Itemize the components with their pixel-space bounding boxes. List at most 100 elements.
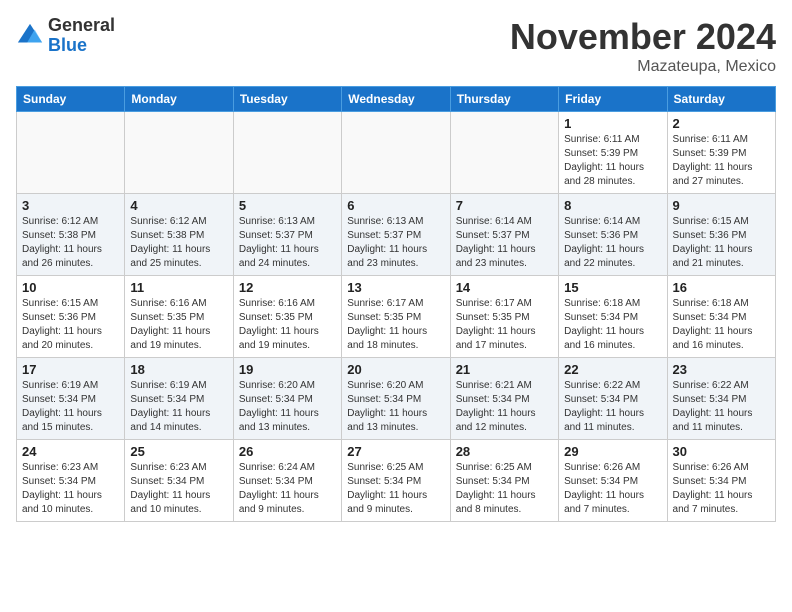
calendar-day-11: 11 Sunrise: 6:16 AMSunset: 5:35 PMDayligh… [125, 276, 233, 358]
logo-icon [16, 22, 44, 50]
day-number: 11 [130, 280, 227, 295]
day-number: 29 [564, 444, 661, 459]
day-number: 17 [22, 362, 119, 377]
calendar-week-3: 10Sunrise: 6:15 AMSunset: 5:36 PMDayligh… [17, 276, 776, 358]
day-info: Sunrise: 6:14 AMSunset: 5:36 PMDaylight:… [564, 215, 661, 271]
day-info: Sunrise: 6:23 AMSunset: 5:34 PMDaylight:… [22, 461, 119, 517]
day-number: 20 [347, 362, 444, 377]
day-info: Sunrise: 6:17 AMSunset: 5:35 PMDaylight:… [347, 297, 444, 353]
calendar-day-29: 29 Sunrise: 6:26 AMSunset: 5:34 PMDayligh… [559, 440, 667, 522]
day-info: Sunrise: 6:12 AMSunset: 5:38 PMDaylight:… [130, 215, 227, 271]
calendar-day-15: 15 Sunrise: 6:18 AMSunset: 5:34 PMDayligh… [559, 276, 667, 358]
calendar-day-19: 19Sunrise: 6:20 AMSunset: 5:34 PMDayligh… [233, 358, 341, 440]
day-number: 9 [673, 198, 770, 213]
calendar-week-5: 24 Sunrise: 6:23 AMSunset: 5:34 PMDayligh… [17, 440, 776, 522]
day-info: Sunrise: 6:25 AMSunset: 5:34 PMDaylight:… [456, 461, 553, 517]
calendar-day-20: 20Sunrise: 6:20 AMSunset: 5:34 PMDayligh… [342, 358, 450, 440]
day-number: 12 [239, 280, 336, 295]
empty-cell [125, 112, 233, 194]
day-number: 1 [564, 116, 661, 131]
day-info: Sunrise: 6:15 AMSunset: 5:36 PMDaylight:… [673, 215, 770, 271]
day-info: Sunrise: 6:13 AMSunset: 5:37 PMDaylight:… [239, 215, 336, 271]
calendar-day-4: 4 Sunrise: 6:12 AMSunset: 5:38 PMDaylight… [125, 194, 233, 276]
logo-blue: Blue [48, 36, 115, 56]
day-number: 16 [673, 280, 770, 295]
calendar-day-7: 7Sunrise: 6:14 AMSunset: 5:37 PMDaylight… [450, 194, 558, 276]
day-info: Sunrise: 6:21 AMSunset: 5:34 PMDaylight:… [456, 379, 553, 435]
day-number: 27 [347, 444, 444, 459]
day-info: Sunrise: 6:26 AMSunset: 5:34 PMDaylight:… [673, 461, 770, 517]
day-info: Sunrise: 6:14 AMSunset: 5:37 PMDaylight:… [456, 215, 553, 271]
calendar-table: SundayMondayTuesdayWednesdayThursdayFrid… [16, 86, 776, 522]
logo-general: General [48, 16, 115, 36]
weekday-header-sunday: Sunday [17, 87, 125, 112]
month-title: November 2024 [510, 16, 776, 58]
day-number: 26 [239, 444, 336, 459]
calendar-header: SundayMondayTuesdayWednesdayThursdayFrid… [17, 87, 776, 112]
day-info: Sunrise: 6:25 AMSunset: 5:34 PMDaylight:… [347, 461, 444, 517]
calendar-day-22: 22 Sunrise: 6:22 AMSunset: 5:34 PMDayligh… [559, 358, 667, 440]
weekday-header-friday: Friday [559, 87, 667, 112]
calendar-week-2: 3Sunrise: 6:12 AMSunset: 5:38 PMDaylight… [17, 194, 776, 276]
day-number: 21 [456, 362, 553, 377]
day-info: Sunrise: 6:16 AMSunset: 5:35 PMDaylight:… [130, 297, 227, 353]
day-info: Sunrise: 6:19 AMSunset: 5:34 PMDaylight:… [130, 379, 227, 435]
calendar-day-13: 13 Sunrise: 6:17 AMSunset: 5:35 PMDayligh… [342, 276, 450, 358]
day-info: Sunrise: 6:13 AMSunset: 5:37 PMDaylight:… [347, 215, 444, 271]
empty-cell [233, 112, 341, 194]
calendar-day-23: 23 Sunrise: 6:22 AMSunset: 5:34 PMDayligh… [667, 358, 775, 440]
calendar-day-30: 30Sunrise: 6:26 AMSunset: 5:34 PMDayligh… [667, 440, 775, 522]
day-info: Sunrise: 6:24 AMSunset: 5:34 PMDaylight:… [239, 461, 336, 517]
day-info: Sunrise: 6:12 AMSunset: 5:38 PMDaylight:… [22, 215, 119, 271]
calendar-day-1: 1 Sunrise: 6:11 AMSunset: 5:39 PMDaylight… [559, 112, 667, 194]
day-info: Sunrise: 6:11 AMSunset: 5:39 PMDaylight:… [564, 133, 661, 189]
header: General Blue November 2024 Mazateupa, Me… [16, 16, 776, 76]
calendar-day-28: 28 Sunrise: 6:25 AMSunset: 5:34 PMDayligh… [450, 440, 558, 522]
day-number: 22 [564, 362, 661, 377]
day-number: 6 [347, 198, 444, 213]
day-number: 13 [347, 280, 444, 295]
calendar-day-10: 10Sunrise: 6:15 AMSunset: 5:36 PMDayligh… [17, 276, 125, 358]
day-number: 18 [130, 362, 227, 377]
weekday-header-tuesday: Tuesday [233, 87, 341, 112]
calendar-day-5: 5Sunrise: 6:13 AMSunset: 5:37 PMDaylight… [233, 194, 341, 276]
day-number: 4 [130, 198, 227, 213]
weekday-header-thursday: Thursday [450, 87, 558, 112]
calendar-day-9: 9 Sunrise: 6:15 AMSunset: 5:36 PMDaylight… [667, 194, 775, 276]
day-number: 24 [22, 444, 119, 459]
calendar-day-6: 6 Sunrise: 6:13 AMSunset: 5:37 PMDaylight… [342, 194, 450, 276]
day-info: Sunrise: 6:19 AMSunset: 5:34 PMDaylight:… [22, 379, 119, 435]
day-info: Sunrise: 6:18 AMSunset: 5:34 PMDaylight:… [564, 297, 661, 353]
day-info: Sunrise: 6:16 AMSunset: 5:35 PMDaylight:… [239, 297, 336, 353]
day-info: Sunrise: 6:11 AMSunset: 5:39 PMDaylight:… [673, 133, 770, 189]
day-number: 15 [564, 280, 661, 295]
calendar-day-25: 25 Sunrise: 6:23 AMSunset: 5:34 PMDayligh… [125, 440, 233, 522]
day-number: 25 [130, 444, 227, 459]
day-number: 8 [564, 198, 661, 213]
title-area: November 2024 Mazateupa, Mexico [510, 16, 776, 76]
calendar-day-3: 3Sunrise: 6:12 AMSunset: 5:38 PMDaylight… [17, 194, 125, 276]
calendar-day-24: 24 Sunrise: 6:23 AMSunset: 5:34 PMDayligh… [17, 440, 125, 522]
day-info: Sunrise: 6:22 AMSunset: 5:34 PMDaylight:… [673, 379, 770, 435]
calendar-day-8: 8 Sunrise: 6:14 AMSunset: 5:36 PMDaylight… [559, 194, 667, 276]
calendar-day-26: 26 Sunrise: 6:24 AMSunset: 5:34 PMDayligh… [233, 440, 341, 522]
calendar-day-18: 18 Sunrise: 6:19 AMSunset: 5:34 PMDayligh… [125, 358, 233, 440]
empty-cell [342, 112, 450, 194]
location-subtitle: Mazateupa, Mexico [510, 58, 776, 76]
calendar-day-17: 17 Sunrise: 6:19 AMSunset: 5:34 PMDayligh… [17, 358, 125, 440]
day-info: Sunrise: 6:22 AMSunset: 5:34 PMDaylight:… [564, 379, 661, 435]
weekday-header-monday: Monday [125, 87, 233, 112]
calendar-day-16: 16Sunrise: 6:18 AMSunset: 5:34 PMDayligh… [667, 276, 775, 358]
empty-cell [450, 112, 558, 194]
empty-cell [17, 112, 125, 194]
day-info: Sunrise: 6:26 AMSunset: 5:34 PMDaylight:… [564, 461, 661, 517]
day-info: Sunrise: 6:23 AMSunset: 5:34 PMDaylight:… [130, 461, 227, 517]
day-number: 2 [673, 116, 770, 131]
day-number: 28 [456, 444, 553, 459]
day-number: 23 [673, 362, 770, 377]
calendar-day-2: 2 Sunrise: 6:11 AMSunset: 5:39 PMDaylight… [667, 112, 775, 194]
weekday-header-row: SundayMondayTuesdayWednesdayThursdayFrid… [17, 87, 776, 112]
calendar-day-27: 27 Sunrise: 6:25 AMSunset: 5:34 PMDayligh… [342, 440, 450, 522]
weekday-header-saturday: Saturday [667, 87, 775, 112]
day-number: 19 [239, 362, 336, 377]
